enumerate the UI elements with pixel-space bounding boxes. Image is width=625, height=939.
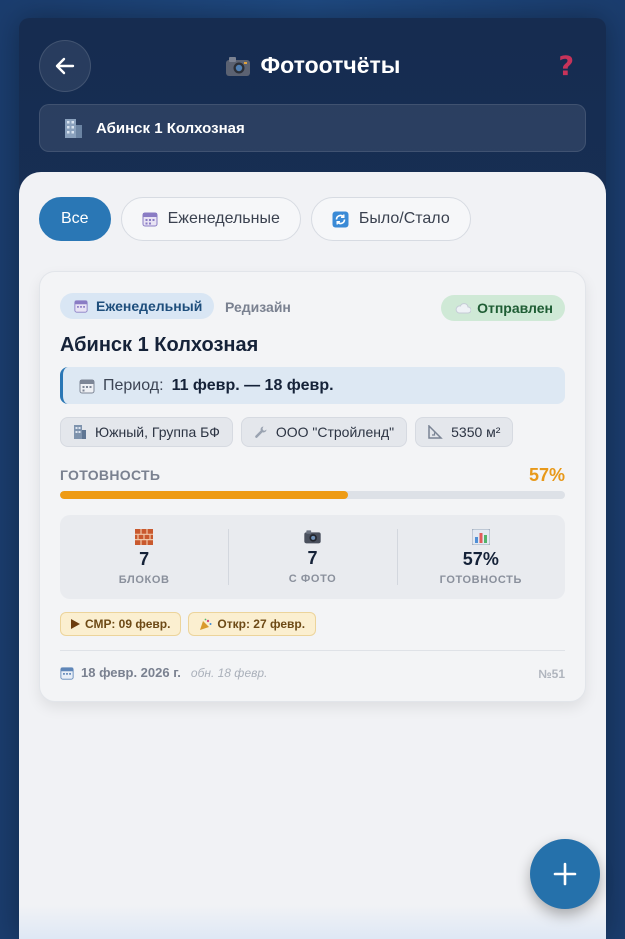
ruler-icon [428, 425, 443, 439]
stat-photos: 7 С ФОТО [228, 515, 396, 599]
date-chip-smr: СМР: 09 февр. [60, 612, 182, 636]
date-chip-smr-text: СМР: 09 февр. [85, 617, 171, 631]
calendar-icon [142, 212, 158, 227]
stat-blocks-label: БЛОКОВ [118, 573, 170, 586]
camera-icon [304, 530, 321, 544]
readiness-progress-bar [60, 491, 565, 499]
stat-readiness-value: 57% [462, 548, 499, 569]
meta-contractor: ООО "Стройленд" [240, 417, 408, 447]
meta-region-text: Южный, Группа БФ [95, 424, 220, 440]
filter-weekly-label: Еженедельные [167, 210, 280, 227]
calendar-icon [60, 666, 74, 680]
report-footer: 18 февр. 2026 г. обн. 18 февр. [60, 665, 267, 680]
stat-blocks-value: 7 [139, 548, 150, 569]
meta-region: Южный, Группа БФ [60, 417, 233, 447]
meta-area: 5350 м² [415, 417, 514, 447]
report-period: Период: 11 февр. — 18 февр. [60, 367, 565, 404]
stats-panel: 7 БЛОКОВ 7 С ФОТО 57% ГОТОВНОСТЬ [60, 515, 565, 599]
refresh-icon [332, 211, 349, 227]
period-value: 11 февр. — 18 февр. [171, 376, 334, 394]
report-subtype: Редизайн [225, 299, 291, 315]
filter-weekly[interactable]: Еженедельные [120, 197, 301, 241]
filter-all-label: Все [61, 210, 89, 227]
report-number: №51 [538, 667, 565, 681]
bricks-icon [135, 528, 154, 545]
meta-contractor-text: ООО "Стройленд" [275, 424, 395, 440]
report-type-label: Еженедельный [96, 298, 203, 314]
app-window: Фотоотчёты ? Абинск 1 Колхозная Все Ежен… [19, 18, 606, 939]
date-chip-opening: Откр: 27 февр. [188, 612, 317, 636]
object-selector[interactable]: Абинск 1 Колхозная [39, 104, 586, 152]
object-name: Абинск 1 Колхозная [96, 119, 245, 137]
readiness-progress-fill [60, 491, 348, 499]
play-icon [71, 619, 80, 629]
stat-photos-value: 7 [307, 548, 318, 568]
plus-icon [553, 862, 577, 886]
report-title: Абинск 1 Колхозная [60, 334, 259, 356]
camera-icon [225, 56, 250, 76]
meta-area-text: 5350 м² [451, 424, 501, 440]
wrench-icon [254, 426, 267, 438]
building-icon [74, 425, 86, 439]
filter-before-after[interactable]: Было/Стало [310, 197, 471, 241]
report-type-badge: Еженедельный [60, 293, 215, 319]
stat-blocks: 7 БЛОКОВ [60, 515, 228, 599]
status-text: Отправлен [477, 300, 553, 316]
filter-before-after-label: Было/Стало [358, 210, 450, 227]
add-report-button[interactable] [530, 839, 600, 909]
stat-readiness: 57% ГОТОВНОСТЬ [396, 515, 565, 599]
filter-tabs: Все Еженедельные Было/Стало [39, 197, 471, 241]
party-icon [200, 618, 212, 630]
building-icon [65, 119, 82, 138]
filter-all[interactable]: Все [39, 197, 111, 241]
calendar-icon [79, 379, 95, 393]
bottom-glow [19, 905, 606, 939]
card-divider [60, 650, 565, 651]
date-chips: СМР: 09 февр. Откр: 27 февр. [60, 612, 317, 636]
content-sheet: Все Еженедельные Было/Стало Еженедельный… [19, 172, 606, 939]
cloud-icon [455, 303, 472, 314]
page-title: Фотоотчёты [19, 52, 606, 79]
report-updated-date: обн. 18 февр. [190, 665, 268, 680]
calendar-icon [74, 300, 88, 313]
status-badge: Отправлен [441, 295, 565, 321]
stat-readiness-label: ГОТОВНОСТЬ [439, 573, 523, 586]
period-label: Период: [103, 376, 164, 394]
help-button[interactable]: ? [558, 51, 574, 82]
readiness-value: 57% [528, 465, 565, 485]
date-chip-opening-text: Откр: 27 февр. [217, 617, 306, 631]
report-card[interactable]: Еженедельный Редизайн Отправлен Абинск 1… [39, 271, 586, 702]
chart-icon [471, 528, 490, 545]
stat-photos-label: С ФОТО [288, 573, 337, 585]
title-text: Фотоотчёты [260, 52, 401, 78]
meta-row: Южный, Группа БФ ООО "Стройленд" 5350 м² [60, 417, 514, 447]
report-created-date: 18 февр. 2026 г. [81, 665, 181, 680]
readiness-label: ГОТОВНОСТЬ [60, 467, 161, 483]
